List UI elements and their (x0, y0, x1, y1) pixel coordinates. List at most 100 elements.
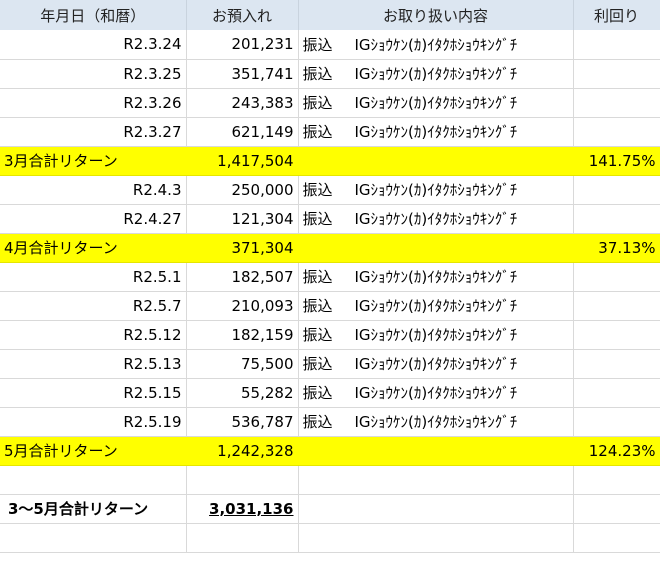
date-cell[interactable]: R2.3.26 (0, 88, 187, 118)
summary-amount[interactable]: 1,417,504 (186, 146, 299, 176)
amount-cell[interactable]: 243,383 (186, 88, 299, 118)
monthly-summary-row: 3月合計リターン 1,417,504 141.75% (0, 146, 660, 176)
yield-cell[interactable] (573, 204, 660, 234)
amount-cell[interactable]: 621,149 (186, 117, 299, 147)
table-row: R2.3.25 351,741 振込 IGｼｮｳｹﾝ(ｶ)ｲﾀｸﾎｼｮｳｷﾝｸﾞﾁ (0, 59, 660, 89)
yield-cell[interactable] (573, 378, 660, 408)
transaction-type: 振込 (302, 297, 333, 315)
transaction-detail: IGｼｮｳｹﾝ(ｶ)ｲﾀｸﾎｼｮｳｷﾝｸﾞﾁ (354, 35, 518, 54)
header-row: 年月日（和暦） お預入れ お取り扱い内容 利回り (0, 0, 660, 30)
summary-yield[interactable]: 124.23% (573, 436, 660, 466)
empty-cell[interactable] (0, 523, 187, 553)
description-cell[interactable]: 振込 IGｼｮｳｹﾝ(ｶ)ｲﾀｸﾎｼｮｳｷﾝｸﾞﾁ (298, 349, 574, 379)
description-cell[interactable]: 振込 IGｼｮｳｹﾝ(ｶ)ｲﾀｸﾎｼｮｳｷﾝｸﾞﾁ (298, 320, 574, 350)
empty-cell[interactable] (573, 465, 660, 495)
description-cell[interactable]: 振込 IGｼｮｳｹﾝ(ｶ)ｲﾀｸﾎｼｮｳｷﾝｸﾞﾁ (298, 59, 574, 89)
grand-total-amount[interactable]: 3,031,136 (186, 494, 299, 524)
date-cell[interactable]: R2.3.25 (0, 59, 187, 89)
header-date[interactable]: 年月日（和暦） (0, 0, 187, 30)
transaction-detail: IGｼｮｳｹﾝ(ｶ)ｲﾀｸﾎｼｮｳｷﾝｸﾞﾁ (354, 268, 518, 286)
transaction-type: 振込 (302, 355, 333, 373)
summary-label[interactable]: 4月合計リターン (0, 233, 187, 263)
summary-amount[interactable]: 1,242,328 (186, 436, 299, 466)
table-row: R2.5.12 182,159 振込 IGｼｮｳｹﾝ(ｶ)ｲﾀｸﾎｼｮｳｷﾝｸﾞﾁ (0, 320, 660, 350)
empty-cell[interactable] (0, 465, 187, 495)
summary-yield[interactable]: 141.75% (573, 146, 660, 176)
date-cell[interactable]: R2.5.15 (0, 378, 187, 408)
description-cell[interactable]: 振込 IGｼｮｳｹﾝ(ｶ)ｲﾀｸﾎｼｮｳｷﾝｸﾞﾁ (298, 175, 574, 205)
date-cell[interactable]: R2.5.7 (0, 291, 187, 321)
date-cell[interactable]: R2.5.1 (0, 262, 187, 292)
yield-cell[interactable] (573, 262, 660, 292)
amount-cell[interactable]: 121,304 (186, 204, 299, 234)
transaction-detail: IGｼｮｳｹﾝ(ｶ)ｲﾀｸﾎｼｮｳｷﾝｸﾞﾁ (354, 181, 518, 199)
amount-cell[interactable]: 351,741 (186, 59, 299, 89)
yield-cell[interactable] (573, 349, 660, 379)
yield-cell[interactable] (573, 30, 660, 60)
yield-cell[interactable] (573, 291, 660, 321)
description-cell[interactable]: 振込 IGｼｮｳｹﾝ(ｶ)ｲﾀｸﾎｼｮｳｷﾝｸﾞﾁ (298, 30, 574, 60)
monthly-summary-row: 5月合計リターン 1,242,328 124.23% (0, 436, 660, 466)
amount-cell[interactable]: 182,507 (186, 262, 299, 292)
transaction-type: 振込 (302, 181, 333, 199)
header-deposit[interactable]: お預入れ (186, 0, 299, 30)
monthly-summary-row: 4月合計リターン 371,304 37.13% (0, 233, 660, 263)
transaction-detail: IGｼｮｳｹﾝ(ｶ)ｲﾀｸﾎｼｮｳｷﾝｸﾞﾁ (354, 94, 518, 112)
table-row: R2.5.7 210,093 振込 IGｼｮｳｹﾝ(ｶ)ｲﾀｸﾎｼｮｳｷﾝｸﾞﾁ (0, 291, 660, 321)
date-cell[interactable]: R2.5.12 (0, 320, 187, 350)
table-row: R2.4.27 121,304 振込 IGｼｮｳｹﾝ(ｶ)ｲﾀｸﾎｼｮｳｷﾝｸﾞﾁ (0, 204, 660, 234)
table-row: R2.5.15 55,282 振込 IGｼｮｳｹﾝ(ｶ)ｲﾀｸﾎｼｮｳｷﾝｸﾞﾁ (0, 378, 660, 408)
header-description[interactable]: お取り扱い内容 (298, 0, 574, 30)
yield-cell[interactable] (573, 320, 660, 350)
yield-cell[interactable] (573, 88, 660, 118)
description-cell[interactable]: 振込 IGｼｮｳｹﾝ(ｶ)ｲﾀｸﾎｼｮｳｷﾝｸﾞﾁ (298, 88, 574, 118)
transaction-detail: IGｼｮｳｹﾝ(ｶ)ｲﾀｸﾎｼｮｳｷﾝｸﾞﾁ (354, 413, 518, 431)
amount-cell[interactable]: 55,282 (186, 378, 299, 408)
amount-cell[interactable]: 201,231 (186, 30, 299, 60)
amount-cell[interactable]: 536,787 (186, 407, 299, 437)
amount-cell[interactable]: 250,000 (186, 175, 299, 205)
description-cell[interactable]: 振込 IGｼｮｳｹﾝ(ｶ)ｲﾀｸﾎｼｮｳｷﾝｸﾞﾁ (298, 204, 574, 234)
date-cell[interactable]: R2.3.24 (0, 30, 187, 60)
description-cell[interactable]: 振込 IGｼｮｳｹﾝ(ｶ)ｲﾀｸﾎｼｮｳｷﾝｸﾞﾁ (298, 117, 574, 147)
empty-cell[interactable] (186, 523, 299, 553)
description-cell[interactable]: 振込 IGｼｮｳｹﾝ(ｶ)ｲﾀｸﾎｼｮｳｷﾝｸﾞﾁ (298, 378, 574, 408)
empty-row (0, 523, 660, 553)
empty-cell[interactable] (573, 523, 660, 553)
summary-label[interactable]: 5月合計リターン (0, 436, 187, 466)
grand-total-empty-cell[interactable] (298, 494, 574, 524)
table-row: R2.3.26 243,383 振込 IGｼｮｳｹﾝ(ｶ)ｲﾀｸﾎｼｮｳｷﾝｸﾞﾁ (0, 88, 660, 118)
grand-total-empty-cell[interactable] (573, 494, 660, 524)
summary-empty-cell[interactable] (298, 436, 574, 466)
description-cell[interactable]: 振込 IGｼｮｳｹﾝ(ｶ)ｲﾀｸﾎｼｮｳｷﾝｸﾞﾁ (298, 262, 574, 292)
amount-cell[interactable]: 210,093 (186, 291, 299, 321)
date-cell[interactable]: R2.5.19 (0, 407, 187, 437)
date-cell[interactable]: R2.4.27 (0, 204, 187, 234)
summary-amount[interactable]: 371,304 (186, 233, 299, 263)
description-cell[interactable]: 振込 IGｼｮｳｹﾝ(ｶ)ｲﾀｸﾎｼｮｳｷﾝｸﾞﾁ (298, 407, 574, 437)
returns-table: 年月日（和暦） お預入れ お取り扱い内容 利回り R2.3.24 201,231 振… (0, 0, 660, 553)
table-row: R2.3.27 621,149 振込 IGｼｮｳｹﾝ(ｶ)ｲﾀｸﾎｼｮｳｷﾝｸﾞﾁ (0, 117, 660, 147)
amount-cell[interactable]: 75,500 (186, 349, 299, 379)
yield-cell[interactable] (573, 59, 660, 89)
summary-yield[interactable]: 37.13% (573, 233, 660, 263)
amount-cell[interactable]: 182,159 (186, 320, 299, 350)
summary-label[interactable]: 3月合計リターン (0, 146, 187, 176)
empty-cell[interactable] (298, 465, 574, 495)
transaction-type: 振込 (302, 384, 333, 402)
grand-total-row: 3～5月合計リターン 3,031,136 (0, 494, 660, 524)
summary-empty-cell[interactable] (298, 233, 574, 263)
yield-cell[interactable] (573, 117, 660, 147)
grand-total-label[interactable]: 3～5月合計リターン (0, 494, 187, 524)
summary-empty-cell[interactable] (298, 146, 574, 176)
transaction-type: 振込 (302, 123, 333, 141)
date-cell[interactable]: R2.4.3 (0, 175, 187, 205)
yield-cell[interactable] (573, 175, 660, 205)
yield-cell[interactable] (573, 407, 660, 437)
date-cell[interactable]: R2.5.13 (0, 349, 187, 379)
date-cell[interactable]: R2.3.27 (0, 117, 187, 147)
empty-cell[interactable] (186, 465, 299, 495)
header-yield[interactable]: 利回り (573, 0, 660, 30)
empty-cell[interactable] (298, 523, 574, 553)
description-cell[interactable]: 振込 IGｼｮｳｹﾝ(ｶ)ｲﾀｸﾎｼｮｳｷﾝｸﾞﾁ (298, 291, 574, 321)
